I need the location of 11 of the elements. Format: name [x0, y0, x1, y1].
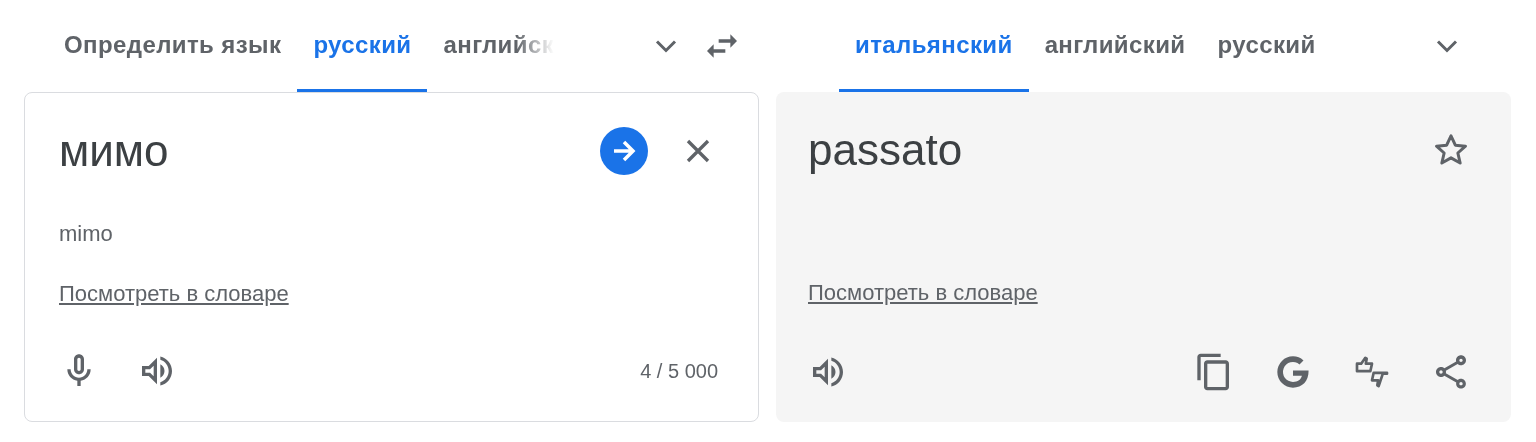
language-tab[interactable]: русский — [1201, 0, 1332, 92]
transliteration-text: mimo — [59, 221, 114, 248]
dictionary-link[interactable]: Посмотреть в словаре — [59, 281, 289, 307]
language-tab[interactable]: русский — [297, 0, 428, 92]
source-text-input[interactable]: мимо — [59, 126, 570, 176]
translate-arrow-button[interactable] — [600, 127, 648, 175]
dictionary-link[interactable]: Посмотреть в словаре — [808, 280, 1038, 306]
character-count: 4 / 5 000 — [640, 359, 718, 383]
translation-text: passato — [808, 125, 964, 175]
language-tab[interactable]: английский — [1028, 0, 1202, 92]
language-tab[interactable]: Определить язык — [48, 0, 298, 92]
